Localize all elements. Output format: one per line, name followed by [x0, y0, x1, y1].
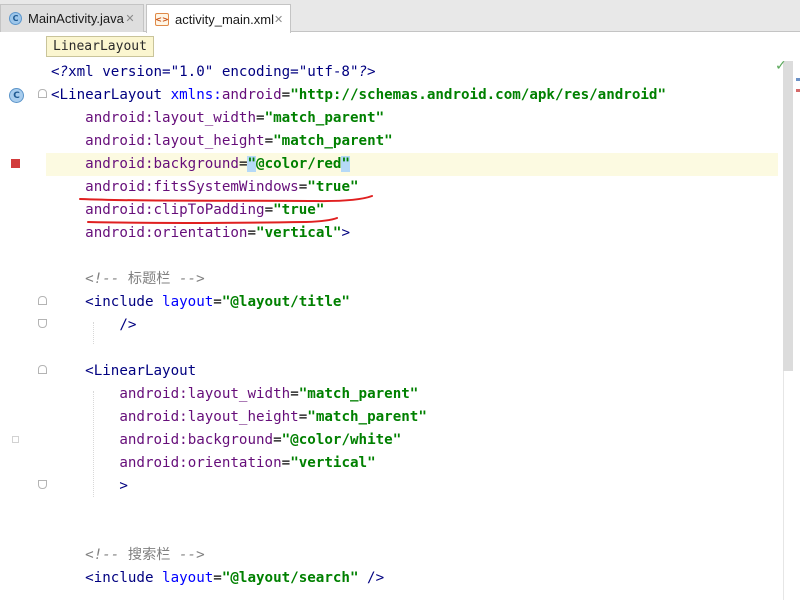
edge-marker	[796, 89, 800, 92]
annotation-overlay	[79, 195, 373, 224]
java-class-icon: C	[9, 12, 22, 25]
xml-file-icon: <>	[155, 12, 169, 26]
close-icon[interactable]: ✕	[274, 13, 283, 26]
editor-tab-bar: C MainActivity.java ✕ <> activity_main.x…	[0, 0, 800, 33]
color-preview-red-icon[interactable]	[11, 159, 20, 168]
inspection-ok-icon[interactable]: ✓	[775, 58, 787, 74]
code-editor[interactable]: <?xml version="1.0" encoding="utf-8"?> <…	[46, 61, 778, 600]
close-icon[interactable]: ✕	[124, 12, 136, 25]
breadcrumb[interactable]: LinearLayout	[46, 36, 154, 57]
tab-label: MainActivity.java	[28, 11, 124, 26]
error-stripe-scrollbar[interactable]	[778, 61, 800, 600]
edge-marker	[796, 78, 800, 81]
tab-activity-main-xml[interactable]: <> activity_main.xml ✕	[146, 4, 291, 33]
scrollbar-thumb[interactable]	[783, 61, 793, 371]
tab-main-activity-java[interactable]: C MainActivity.java ✕	[0, 4, 144, 32]
clipToPadding-underline	[87, 217, 338, 224]
fitsSystemWindows-underline	[79, 195, 373, 203]
color-preview-white-icon[interactable]	[12, 436, 19, 443]
editor-gutter: C	[0, 61, 47, 600]
breadcrumb-bar: LinearLayout	[0, 33, 800, 61]
tab-label: activity_main.xml	[175, 11, 274, 27]
class-reference-icon[interactable]: C	[9, 88, 24, 103]
